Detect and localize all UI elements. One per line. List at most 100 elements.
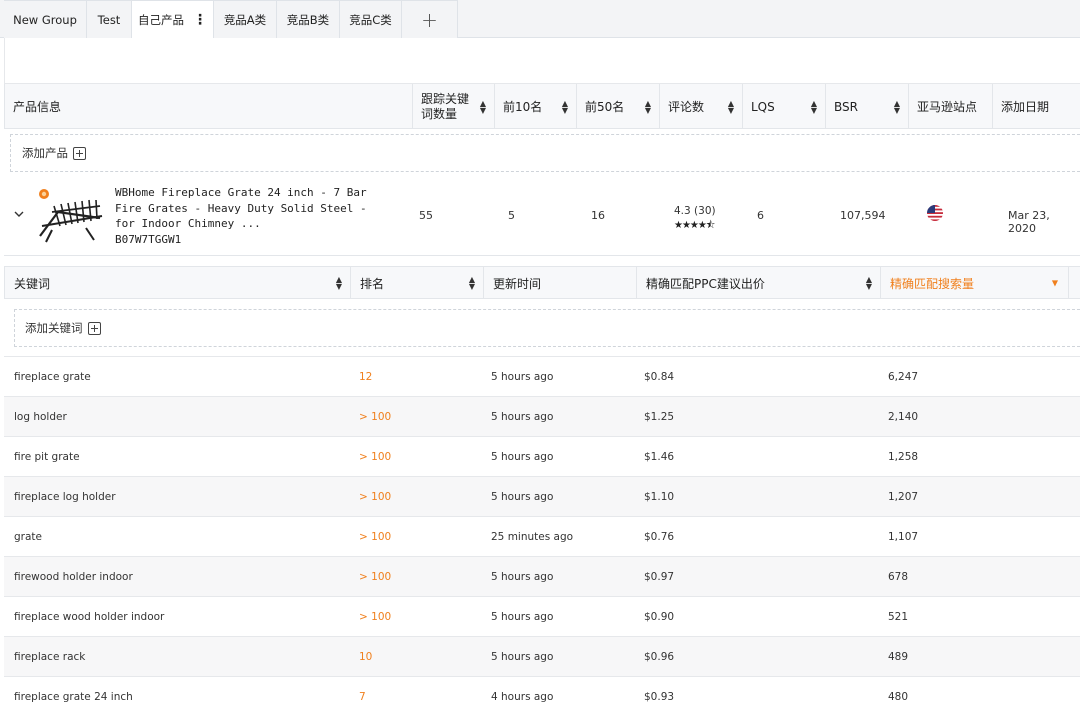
add-tab-button[interactable]: + — [402, 0, 458, 38]
table-row[interactable]: grate > 100 25 minutes ago $0.76 1,107 — [4, 516, 1080, 556]
table-row[interactable]: fireplace rack 10 5 hours ago $0.96 489 — [4, 636, 1080, 676]
col-date-added: 添加日期 — [992, 84, 1080, 129]
tab-label: 自己产品 — [138, 12, 184, 27]
col-rank[interactable]: 排名 ▲ ▼ — [350, 267, 483, 299]
col-label: 添加日期 — [1001, 100, 1050, 114]
sort-icon[interactable]: ▲ ▼ — [894, 99, 900, 114]
top10-value: 5 — [508, 209, 515, 222]
product-table-header: 产品信息 跟踪关键词数量 ▲ ▼ 前10名 ▲ ▼ 前50名 ▲ ▼ 评论数 ▲ ▼ LQS ▲ ▼… — [4, 84, 1080, 129]
keyword-cell[interactable]: fireplace log holder — [14, 477, 116, 517]
tab-competitor-a[interactable]: 竞品A类 — [214, 0, 277, 38]
group-tab-bar: New Group Test 自己产品 ⋮ 竞品A类 竞品B类 竞品C类 + — [0, 0, 1080, 39]
col-label: 更新时间 — [493, 276, 542, 291]
search-volume-cell: 678 — [888, 571, 909, 583]
lqs-value: 6 — [757, 209, 764, 222]
col-lqs[interactable]: LQS ▲ ▼ — [742, 84, 825, 129]
tab-label: Test — [97, 12, 121, 27]
table-row[interactable]: fireplace wood holder indoor > 100 5 hours… — [4, 596, 1080, 636]
col-label: BSR — [834, 99, 858, 114]
plus-icon: + — [421, 7, 438, 32]
search-volume-cell: 1,107 — [888, 531, 919, 543]
col-tracked-keywords[interactable]: 跟踪关键词数量 ▲ ▼ — [412, 84, 494, 129]
keyword-table-header: 关键词 ▲ ▼ 排名 ▲ ▼ 更新时间 精确匹配PPC建议出价 ▲ ▼ 精确匹配搜索量 ▼ — [4, 266, 1080, 299]
col-extra — [1068, 267, 1080, 299]
col-label: 精确匹配PPC建议出价 — [646, 276, 765, 291]
sort-icon[interactable]: ▲ ▼ — [811, 99, 817, 114]
tab-own-products[interactable]: 自己产品 ⋮ — [132, 0, 214, 39]
updated-cell: 5 hours ago — [491, 411, 554, 423]
col-ppc-bid[interactable]: 精确匹配PPC建议出价 ▲ ▼ — [636, 267, 880, 299]
col-reviews[interactable]: 评论数 ▲ ▼ — [659, 84, 742, 129]
ppc-bid-cell: $1.10 — [644, 491, 675, 503]
keyword-cell[interactable]: fire pit grate — [14, 437, 80, 477]
table-row[interactable]: fireplace grate 24 inch 7 4 hours ago $0.93… — [4, 676, 1080, 714]
table-row[interactable]: log holder > 100 5 hours ago $1.25 2,140 — [4, 396, 1080, 436]
keyword-cell[interactable]: grate — [14, 517, 42, 557]
sort-icon[interactable]: ▲ ▼ — [480, 99, 486, 114]
ppc-bid-cell: $1.25 — [644, 411, 675, 423]
table-row[interactable]: fireplace grate 12 5 hours ago $0.84 6,247 — [4, 356, 1080, 396]
chevron-down-icon[interactable] — [13, 208, 25, 220]
tab-label: 竞品A类 — [223, 12, 267, 27]
sort-icon[interactable]: ▲ ▼ — [469, 276, 475, 291]
keyword-cell[interactable]: fireplace grate 24 inch — [14, 677, 133, 714]
tab-competitor-c[interactable]: 竞品C类 — [340, 0, 402, 38]
tab-new-group[interactable]: New Group — [4, 0, 87, 38]
rank-cell: > 100 — [359, 491, 392, 503]
ppc-bid-cell: $0.84 — [644, 371, 675, 383]
us-flag-icon — [927, 205, 943, 221]
bsr-value: 107,594 — [840, 209, 886, 222]
updated-cell: 5 hours ago — [491, 611, 554, 623]
updated-cell: 5 hours ago — [491, 451, 554, 463]
table-row[interactable]: fireplace log holder > 100 5 hours ago $1.1… — [4, 476, 1080, 516]
keyword-cell[interactable]: firewood holder indoor — [14, 557, 133, 597]
rank-cell: > 100 — [359, 531, 392, 543]
add-keyword-button[interactable]: 添加关键词 — [14, 309, 1080, 347]
col-label: LQS — [751, 99, 775, 114]
keyword-cell[interactable]: fireplace rack — [14, 637, 85, 677]
table-row[interactable]: fire pit grate > 100 5 hours ago $1.46 1,258 — [4, 436, 1080, 476]
keyword-cell[interactable]: fireplace wood holder indoor — [14, 597, 164, 637]
col-label: 前50名 — [585, 100, 625, 114]
col-label: 前10名 — [503, 100, 543, 114]
tab-label: 竞品C类 — [349, 12, 392, 27]
sort-icon[interactable]: ▲ ▼ — [336, 276, 342, 291]
ppc-bid-cell: $1.46 — [644, 451, 675, 463]
col-marketplace: 亚马逊站点 — [908, 84, 992, 129]
sort-icon[interactable]: ▲ ▼ — [728, 99, 734, 114]
updated-cell: 5 hours ago — [491, 571, 554, 583]
col-bsr[interactable]: BSR ▲ ▼ — [825, 84, 908, 129]
search-volume-cell: 2,140 — [888, 411, 919, 423]
col-label: 跟踪关键词数量 — [421, 91, 470, 121]
tracked-keywords-value[interactable]: 55 — [419, 209, 433, 222]
keyword-cell[interactable]: log holder — [14, 397, 67, 437]
col-keyword[interactable]: 关键词 ▲ ▼ — [5, 267, 350, 299]
sort-desc-icon[interactable]: ▼ — [1052, 279, 1058, 288]
col-label: 评论数 — [668, 100, 705, 114]
top50-value: 16 — [591, 209, 605, 222]
add-product-button[interactable]: 添加产品 — [10, 134, 1080, 172]
product-title[interactable]: WBHome Fireplace Grate 24 inch - 7 Bar F… — [115, 185, 385, 232]
more-options-icon[interactable]: ⋮ — [193, 13, 207, 27]
product-thumbnail — [39, 189, 103, 243]
updated-cell: 4 hours ago — [491, 691, 554, 703]
tab-competitor-b[interactable]: 竞品B类 — [277, 0, 340, 38]
updated-cell: 5 hours ago — [491, 371, 554, 383]
sort-icon[interactable]: ▲ ▼ — [645, 99, 651, 114]
col-top50[interactable]: 前50名 ▲ ▼ — [576, 84, 659, 129]
col-search-volume[interactable]: 精确匹配搜索量 ▼ — [880, 267, 1068, 299]
rank-cell: 10 — [359, 651, 373, 663]
sort-icon[interactable]: ▲ ▼ — [562, 99, 568, 114]
sort-icon[interactable]: ▲ ▼ — [866, 276, 872, 291]
product-asin: B07W7TGGW1 — [115, 232, 182, 246]
col-top10[interactable]: 前10名 ▲ ▼ — [494, 84, 576, 129]
product-title-block[interactable]: WBHome Fireplace Grate 24 inch - 7 Bar F… — [115, 185, 385, 247]
col-label: 关键词 — [14, 276, 51, 291]
col-label: 精确匹配搜索量 — [890, 276, 975, 291]
ppc-bid-cell: $0.97 — [644, 571, 675, 583]
search-volume-cell: 1,258 — [888, 451, 919, 463]
keyword-cell[interactable]: fireplace grate — [14, 357, 91, 397]
product-row[interactable]: WBHome Fireplace Grate 24 inch - 7 Bar F… — [4, 176, 1080, 256]
tab-test[interactable]: Test — [87, 0, 132, 38]
table-row[interactable]: firewood holder indoor > 100 5 hours ago $0… — [4, 556, 1080, 596]
